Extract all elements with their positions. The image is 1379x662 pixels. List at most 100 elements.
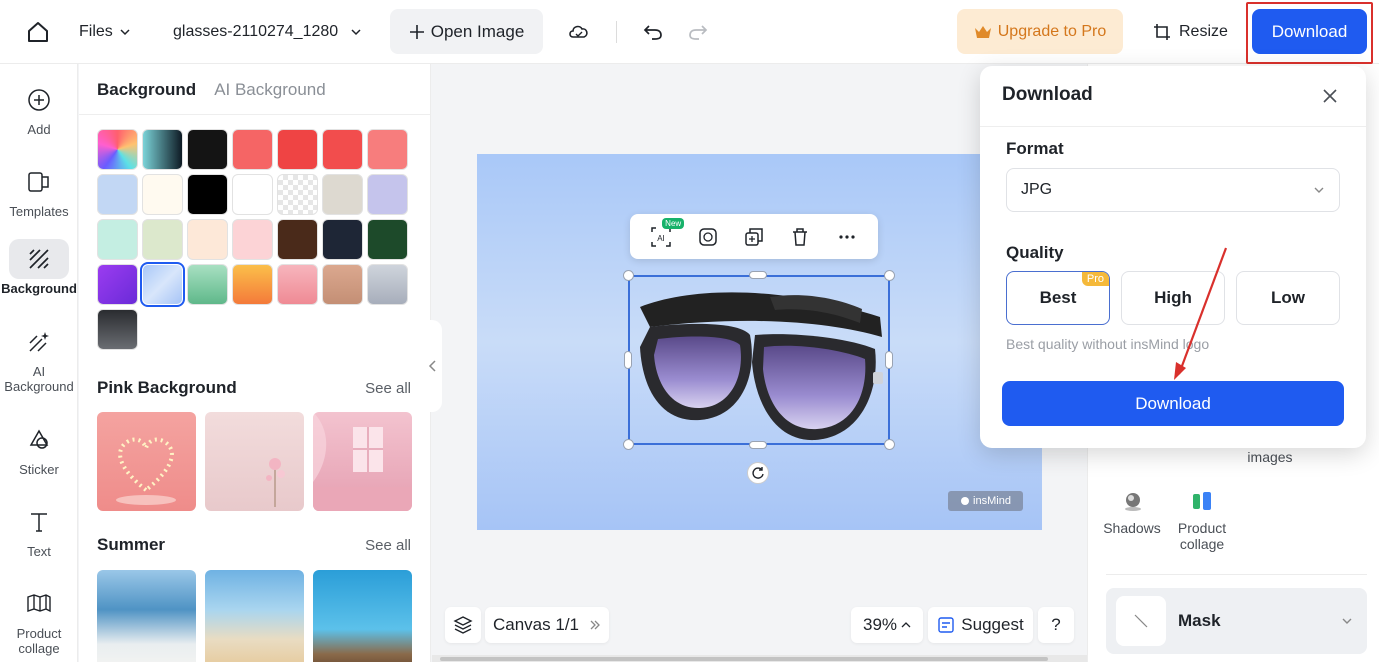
resize-handle[interactable] (884, 439, 895, 450)
resize-handle[interactable] (623, 439, 634, 450)
color-swatch[interactable] (187, 264, 228, 305)
canvas-selector[interactable]: Canvas 1/1 (485, 607, 609, 643)
tab-ai-background[interactable]: AI Background (214, 80, 326, 100)
rail-item-text[interactable]: Text (0, 502, 78, 559)
layers-button[interactable] (445, 607, 481, 643)
quality-low-button[interactable]: Low (1236, 271, 1340, 325)
color-swatch[interactable] (187, 129, 228, 170)
ai-tool-button[interactable]: AI New (648, 217, 685, 250)
rail-item-background[interactable]: Background (0, 239, 78, 296)
color-swatch[interactable] (367, 129, 408, 170)
summer-thumb-pool[interactable] (313, 570, 412, 662)
horizontal-scrollbar[interactable] (440, 657, 1048, 661)
color-swatch[interactable] (277, 264, 318, 305)
resize-handle[interactable] (624, 351, 632, 369)
download-button[interactable]: Download (1252, 9, 1367, 54)
transparent-swatch[interactable] (277, 174, 318, 215)
resize-handle[interactable] (749, 271, 767, 279)
color-swatch[interactable] (322, 129, 363, 170)
color-swatch[interactable] (277, 129, 318, 170)
color-swatch[interactable] (97, 174, 138, 215)
color-swatch[interactable] (142, 219, 183, 260)
pink-background-title: Pink Background (97, 378, 237, 397)
file-name-dropdown[interactable]: glasses-2110274_1280 (173, 20, 362, 44)
resize-handle[interactable] (749, 441, 767, 449)
resize-label: Resize (1179, 23, 1228, 40)
layers-icon (453, 616, 473, 634)
color-swatch[interactable] (97, 129, 138, 170)
rail-item-add[interactable]: Add (0, 80, 78, 137)
selection-box[interactable] (628, 275, 890, 445)
annotation-arrow (1174, 247, 1228, 380)
color-swatch[interactable] (367, 264, 408, 305)
summer-thumb-beach[interactable] (205, 570, 304, 662)
color-swatch[interactable] (232, 129, 273, 170)
color-swatch[interactable] (187, 219, 228, 260)
rail-item-sticker[interactable]: Sticker (0, 420, 78, 477)
tab-background[interactable]: Background (97, 80, 196, 100)
sticker-icon (29, 429, 49, 449)
color-swatch[interactable] (232, 174, 273, 215)
pink-see-all-link[interactable]: See all (365, 380, 411, 397)
color-swatch[interactable] (97, 264, 138, 305)
duplicate-button[interactable] (741, 224, 767, 250)
redo-button[interactable] (686, 20, 710, 44)
pink-thumb-heart[interactable] (97, 412, 196, 511)
pink-thumb-window[interactable] (313, 412, 412, 511)
color-swatch[interactable] (322, 174, 363, 215)
shadows-tool[interactable]: Shadows (1100, 488, 1164, 540)
quality-best-button[interactable]: Best Pro (1006, 271, 1110, 325)
background-icon (29, 249, 49, 269)
files-menu[interactable]: Files (79, 20, 131, 44)
cloud-save-button[interactable] (566, 20, 592, 44)
color-swatch[interactable] (322, 264, 363, 305)
delete-button[interactable] (787, 224, 813, 250)
open-image-button[interactable]: Open Image (390, 9, 543, 54)
summer-see-all-link[interactable]: See all (365, 537, 411, 554)
color-swatch-selected[interactable] (140, 262, 185, 307)
summer-thumb-sea[interactable] (97, 570, 196, 662)
close-button[interactable] (1318, 84, 1342, 108)
resize-handle[interactable] (623, 270, 634, 281)
more-button[interactable] (834, 224, 860, 250)
undo-icon (643, 25, 662, 40)
color-swatch[interactable] (232, 219, 273, 260)
undo-button[interactable] (641, 20, 665, 44)
collapse-panel-button[interactable] (424, 320, 442, 412)
help-button[interactable]: ? (1038, 607, 1074, 643)
resize-button[interactable]: Resize (1153, 20, 1228, 44)
color-swatch[interactable] (142, 129, 183, 170)
redo-icon (689, 25, 708, 40)
resize-handle[interactable] (885, 351, 893, 369)
color-swatch[interactable] (142, 174, 183, 215)
rail-label: Templates (9, 204, 69, 219)
color-swatch[interactable] (277, 219, 318, 260)
rail-item-ai-background[interactable]: AI Background (0, 322, 78, 394)
color-swatch[interactable] (97, 309, 138, 350)
suggest-button[interactable]: Suggest (928, 607, 1033, 643)
color-swatch[interactable] (97, 219, 138, 260)
color-swatch[interactable] (232, 264, 273, 305)
home-button[interactable] (24, 18, 52, 46)
rail-item-product-collage[interactable]: Product collage (0, 584, 78, 656)
pink-thumb-flower[interactable] (205, 412, 304, 511)
rail-item-templates[interactable]: Templates (0, 162, 78, 219)
rotate-handle[interactable] (747, 462, 769, 484)
rotate-icon (752, 467, 764, 479)
color-swatch[interactable] (367, 219, 408, 260)
insmind-logo-icon (961, 497, 970, 505)
color-swatch[interactable] (367, 174, 408, 215)
color-swatch[interactable] (322, 219, 363, 260)
upgrade-button[interactable]: Upgrade to Pro (957, 9, 1123, 54)
suggest-icon (938, 617, 954, 633)
color-swatch[interactable] (187, 174, 228, 215)
popup-download-button[interactable]: Download (1002, 381, 1344, 426)
resize-handle[interactable] (884, 270, 895, 281)
mask-section[interactable]: Mask (1106, 588, 1367, 654)
product-collage-tool[interactable]: Product collage (1170, 488, 1234, 554)
upgrade-label: Upgrade to Pro (997, 22, 1107, 40)
zoom-control[interactable]: 39% (851, 607, 923, 643)
collage-icon (27, 594, 51, 613)
format-select[interactable]: JPG (1006, 168, 1340, 212)
cutout-button[interactable] (695, 224, 721, 250)
